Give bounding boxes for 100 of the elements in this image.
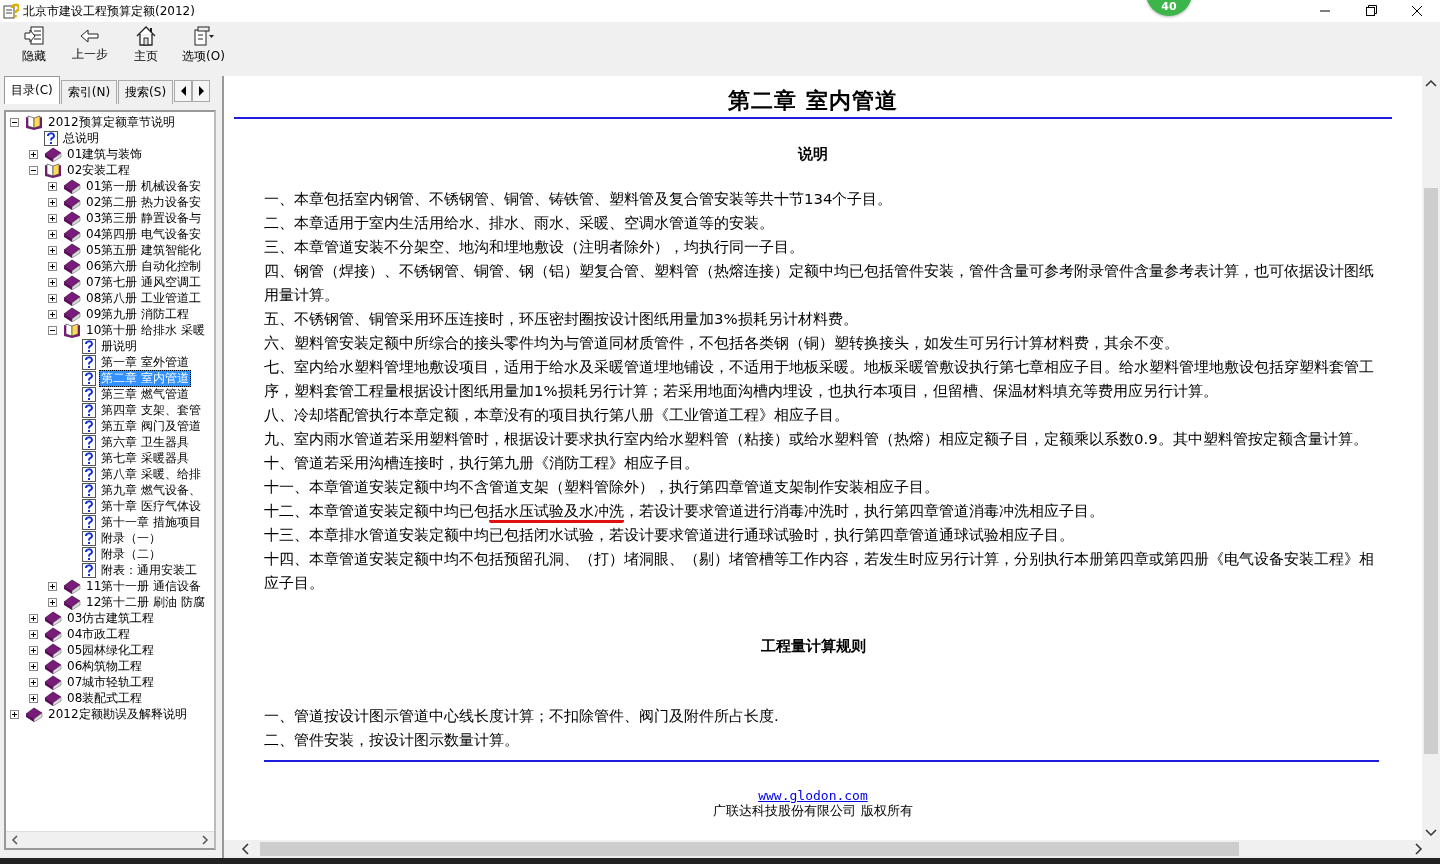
expand-toggle[interactable] — [48, 197, 57, 207]
expand-toggle[interactable] — [48, 293, 57, 303]
expand-toggle[interactable] — [29, 677, 38, 687]
panel-icon — [23, 25, 45, 46]
tree-item[interactable]: 05园林绿化工程 — [65, 641, 157, 659]
website-link[interactable]: www.glodon.com — [758, 788, 868, 803]
expand-toggle[interactable] — [29, 629, 38, 639]
tree-item[interactable]: 06构筑物工程 — [65, 657, 145, 675]
collapse-toggle[interactable] — [10, 117, 19, 127]
help-page-icon — [82, 482, 96, 498]
paragraph: 五、不锈钢管、铜管采用环压连接时，环压密封圈按设计图纸用量加3%损耗另计材料费。 — [264, 309, 859, 330]
help-page-icon — [82, 434, 96, 450]
tree-item[interactable]: 册说明 — [99, 337, 139, 355]
tree-item[interactable]: 11第十一册 通信设备 — [84, 577, 204, 595]
help-page-icon — [82, 370, 96, 386]
paragraph: 九、室内雨水管道若采用塑料管时，根据设计要求执行室内给水塑料管（粘接）或给水塑料管（热熔）相应定额子目，定额乘以系数0.9。其中塑料管按定额含量计算。 — [264, 429, 1369, 450]
tree-item[interactable]: 第一章 室外管道 — [99, 353, 191, 371]
tree-item[interactable]: 03第三册 静置设备与 — [84, 209, 204, 227]
home-icon — [135, 25, 157, 46]
help-page-icon — [82, 498, 96, 514]
tree-item[interactable]: 08装配式工程 — [65, 689, 145, 707]
expand-toggle[interactable] — [29, 613, 38, 623]
tree-item[interactable]: 07第七册 通风空调工 — [84, 273, 204, 291]
tree-item[interactable]: 第七章 采暖器具 — [99, 449, 191, 467]
tree-item[interactable]: 第十章 医疗气体设 — [99, 497, 203, 515]
tree-item[interactable]: 第六章 卫生器具 — [99, 433, 191, 451]
book-icon — [63, 306, 81, 322]
tree-item[interactable]: 附表：通用安装工 — [99, 561, 199, 579]
expand-toggle[interactable] — [48, 277, 57, 287]
help-page-icon — [82, 514, 96, 530]
help-page-icon — [82, 354, 96, 370]
tree-item[interactable]: 2012定额勘误及解释说明 — [46, 705, 189, 723]
expand-toggle[interactable] — [48, 245, 57, 255]
paragraph: 一、本章包括室内钢管、不锈钢管、铜管、铸铁管、塑料管及复合管安装等共十节134个子目。 — [264, 189, 894, 210]
tree-item[interactable]: 第五章 阀门及管道 — [99, 417, 203, 435]
expand-toggle[interactable] — [29, 149, 38, 159]
paragraph: 八、冷却塔配管执行本章定额，本章没有的项目执行第八册《工业管道工程》相应子目。 — [264, 405, 850, 426]
expand-toggle[interactable] — [48, 213, 57, 223]
help-page-icon — [82, 530, 96, 546]
horizontal-scrollbar[interactable] — [224, 840, 1440, 858]
tree-item[interactable]: 01第一册 机械设备安 — [84, 177, 204, 195]
tab[interactable]: 搜索(S) — [118, 80, 174, 104]
tree-item[interactable]: 02第二册 热力设备安 — [84, 193, 204, 211]
tree-item[interactable]: 08第八册 工业管道工 — [84, 289, 204, 307]
tree-item[interactable]: 01建筑与装饰 — [65, 145, 145, 163]
tab[interactable]: 索引(N) — [60, 80, 118, 104]
book-icon — [63, 226, 81, 242]
tree-item[interactable]: 第三章 燃气管道 — [99, 385, 191, 403]
expand-toggle[interactable] — [48, 581, 57, 591]
book-icon — [63, 194, 81, 210]
book-icon — [44, 658, 62, 674]
expand-toggle[interactable] — [29, 661, 38, 671]
expand-toggle[interactable] — [48, 229, 57, 239]
tree-item[interactable]: 03仿古建筑工程 — [65, 609, 157, 627]
book-icon — [63, 578, 81, 594]
tab[interactable]: 目录(C) — [4, 76, 60, 104]
tree-item[interactable]: 04市政工程 — [65, 625, 133, 643]
open-book-icon — [44, 162, 62, 178]
tree-item[interactable]: 附录（二） — [99, 545, 163, 563]
expand-toggle[interactable] — [48, 181, 57, 191]
tab-scroll-left-button[interactable] — [174, 80, 193, 102]
horizontal-scrollbar[interactable] — [6, 831, 214, 848]
copyright-text: 广联达科技股份有限公司 版权所有 — [713, 803, 913, 818]
expand-toggle[interactable] — [29, 693, 38, 703]
toolbar-button[interactable]: 隐藏 — [6, 23, 62, 67]
tree-item[interactable]: 06第六册 自动化控制 — [84, 257, 204, 275]
tree-item[interactable]: 第十一章 措施项目 — [99, 513, 203, 531]
help-page-icon — [44, 130, 58, 146]
expand-toggle[interactable] — [10, 709, 19, 719]
expand-toggle[interactable] — [29, 645, 38, 655]
book-icon — [44, 690, 62, 706]
tree-item[interactable]: 05第五册 建筑智能化 — [84, 241, 204, 259]
tree-item[interactable]: 第四章 支架、套管 — [99, 401, 203, 419]
tree-item[interactable]: 10第十册 给排水 采暖 — [84, 321, 207, 339]
expand-toggle[interactable] — [48, 261, 57, 271]
tree-item[interactable]: 04第四册 电气设备安 — [84, 225, 204, 243]
tree-item[interactable]: 07城市轻轨工程 — [65, 673, 157, 691]
section-heading: 工程量计算规则 — [759, 637, 867, 656]
tree-item[interactable]: 第八章 采暖、给排 — [99, 465, 203, 483]
expand-toggle[interactable] — [48, 309, 57, 319]
help-page-icon — [82, 386, 96, 402]
help-page-icon — [82, 466, 96, 482]
tree-item[interactable]: 02安装工程 — [65, 161, 133, 179]
tree-item[interactable]: 2012预算定额章节说明 — [46, 113, 177, 131]
paragraph: 二、本章适用于室内生活用给水、排水、雨水、采暖、空调水管道等的安装。 — [264, 213, 775, 234]
tree-item[interactable]: 第九章 燃气设备、 — [99, 481, 203, 499]
tree-item[interactable]: 附录（一） — [99, 529, 163, 547]
collapse-toggle[interactable] — [48, 325, 57, 335]
collapse-toggle[interactable] — [29, 165, 38, 175]
tab-scroll-right-button[interactable] — [192, 80, 211, 102]
toolbar-button[interactable]: 上一步 — [62, 25, 118, 65]
paragraph: 十一、本章管道安装定额中均不含管道支架（塑料管除外），执行第四章管道支架制作安装相应子目。 — [264, 477, 940, 498]
paragraph: 十二、本章管道安装定额中均已包括水压试验及水冲洗，若设计要求管道进行消毒冲洗时，执行第四章管道消毒冲洗相应子目。 — [264, 499, 1380, 523]
toolbar-button[interactable]: 选项(O) — [174, 23, 233, 67]
expand-toggle[interactable] — [48, 597, 57, 607]
toolbar-button[interactable]: 主页 — [118, 23, 174, 67]
tree-item[interactable]: 09第九册 消防工程 — [84, 305, 192, 323]
help-page-icon — [82, 418, 96, 434]
tree-item[interactable]: 12第十二册 刷油 防腐 — [84, 593, 207, 611]
tree-item[interactable]: 总说明 — [61, 129, 101, 147]
